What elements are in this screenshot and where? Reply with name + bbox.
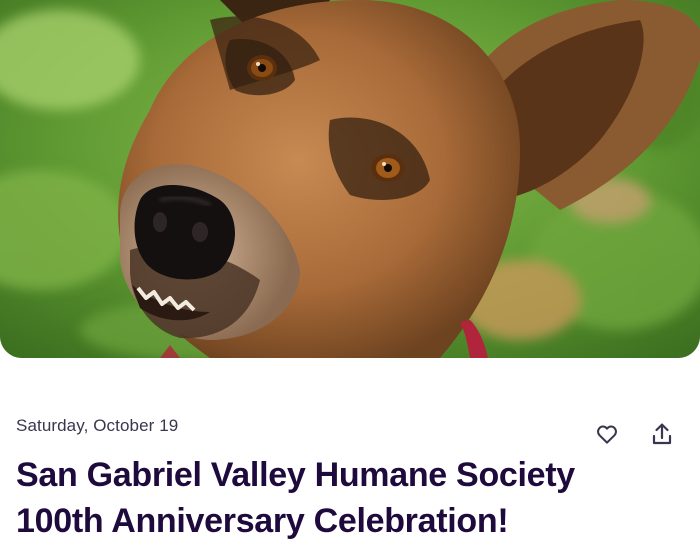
dog-photo: [0, 0, 700, 358]
event-title: San Gabriel Valley Humane Society 100th …: [16, 452, 656, 544]
share-upload-icon: [652, 423, 672, 448]
event-page: Saturday, October 19 San Gabriel Valley …: [0, 0, 700, 551]
heart-outline-icon: [596, 424, 618, 447]
event-date: Saturday, October 19: [16, 416, 179, 435]
event-hero-image: [0, 0, 700, 358]
event-title-line: San Gabriel Valley Humane Society: [16, 456, 575, 494]
share-button[interactable]: [647, 420, 677, 450]
like-button[interactable]: [592, 420, 622, 450]
event-title-line: 100th Anniversary Celebration!: [16, 502, 509, 540]
